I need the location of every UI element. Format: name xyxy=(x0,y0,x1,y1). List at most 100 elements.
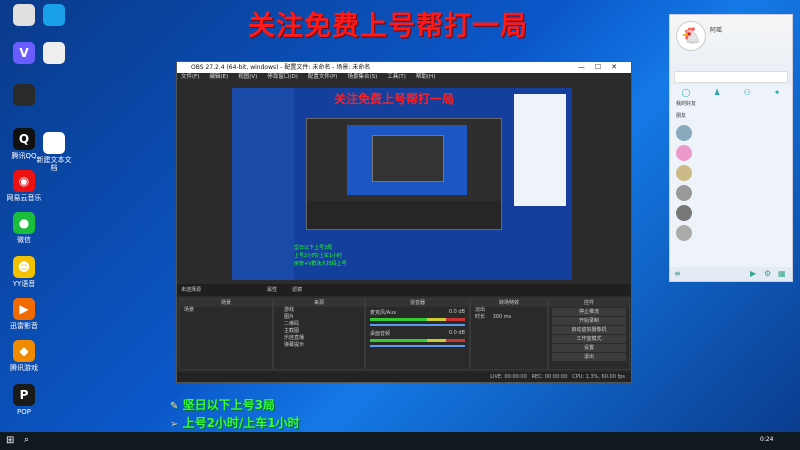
filters-button[interactable]: 滤镜 xyxy=(292,284,302,296)
desktop-icon[interactable]: ◉ 网易云音乐 xyxy=(4,170,44,202)
qq-contact[interactable] xyxy=(670,183,792,203)
obs-menu-item[interactable]: 视图(V) xyxy=(238,73,257,82)
qq-search-input[interactable] xyxy=(674,71,788,83)
desktop-icon[interactable]: ▶ 迅雷影音 xyxy=(4,298,44,330)
scenes-dock[interactable]: 场景 场景 xyxy=(179,298,273,370)
control-button[interactable]: 停止推流 xyxy=(552,308,626,316)
app-icon: ◉ xyxy=(13,170,35,192)
start-icon[interactable]: ⊞ xyxy=(6,435,14,446)
desktop-icon-label: 网易云音乐 xyxy=(6,194,42,202)
app-icon: ◆ xyxy=(13,340,35,362)
control-button[interactable]: 启动虚拟摄像机 xyxy=(552,326,626,334)
app-icon xyxy=(43,132,65,154)
obs-title-bar[interactable]: OBS 27.2.4 (64-bit, windows) - 配置文件: 未命名… xyxy=(177,62,631,73)
desktop-icon[interactable] xyxy=(4,84,44,108)
app-icon: ☻ xyxy=(13,256,35,278)
volume-slider[interactable] xyxy=(370,324,465,326)
obs-menu-bar[interactable]: 文件(F) 编辑(E) 视图(V) 停靠窗口(D) 配置文件(P) 场景集合(S) 工具(T… xyxy=(177,73,631,82)
control-button[interactable]: 设置 xyxy=(552,344,626,352)
control-button[interactable]: 退出 xyxy=(552,353,626,361)
app-icon xyxy=(43,42,65,64)
qq-group-header[interactable]: 朋友 xyxy=(670,111,792,123)
obs-menu-item[interactable]: 工具(T) xyxy=(387,73,406,82)
obs-menu-item[interactable]: 配置文件(P) xyxy=(308,73,338,82)
settings-icon[interactable]: ⚙ xyxy=(764,269,771,278)
window-controls[interactable]: —☐✕ xyxy=(578,62,627,73)
space-icon[interactable]: ✦ xyxy=(774,88,781,97)
qq-group-label: 朋友 xyxy=(676,113,687,119)
source-item[interactable]: 乐娃直播 xyxy=(274,335,364,342)
message-icon[interactable]: ◯ xyxy=(682,88,691,97)
desktop-icon[interactable] xyxy=(34,42,74,66)
qq-contact[interactable] xyxy=(670,123,792,143)
control-button[interactable]: 工作室模式 xyxy=(552,335,626,343)
overlay-line-1: ✎ 坚日以下上号3局 xyxy=(170,396,275,413)
mixer-dock[interactable]: 混音器 麦克风/Aux 0.0 dB 桌面音频 0.0 dB xyxy=(365,298,470,370)
source-item[interactable]: 弹幕提示 xyxy=(274,342,364,349)
obs-window[interactable]: OBS 27.2.4 (64-bit, windows) - 配置文件: 未命名… xyxy=(176,61,632,383)
desktop-icon[interactable] xyxy=(34,4,74,28)
app-icon: P xyxy=(13,384,35,406)
contacts-icon[interactable]: ♟ xyxy=(713,88,720,97)
taskbar: ⊞ ⌕ 0:24 xyxy=(0,432,800,450)
source-item[interactable]: 图片 xyxy=(274,314,364,321)
obs-menu-item[interactable]: 文件(F) xyxy=(181,73,199,82)
obs-preview[interactable]: 关注免费上号帮打一局 坚日以下上号3局 上号2小时/上车1小时 房管+V群永久扫… xyxy=(232,88,572,280)
duration-input[interactable]: 300 ms xyxy=(493,314,512,320)
obs-menu-item[interactable]: 停靠窗口(D) xyxy=(267,73,298,82)
desktop-icon[interactable]: ◆ 腾讯游戏 xyxy=(4,340,44,372)
source-item[interactable]: 二维码 xyxy=(274,321,364,328)
obs-menu-item[interactable]: 场景集合(S) xyxy=(347,73,377,82)
menu-icon[interactable]: ≡ xyxy=(674,269,681,278)
scene-item[interactable]: 场景 xyxy=(180,307,272,314)
desktop-icon[interactable]: 新建文本文档 xyxy=(34,132,74,172)
preview-overlay-line3: 房管+V群永久扫码上号 xyxy=(294,261,347,267)
desktop-icon[interactable]: ● 微信 xyxy=(4,212,44,244)
obs-status-bar: LIVE: 00:00:00 REC: 00:00:00 CPU: 1.3%, … xyxy=(177,372,631,382)
contact-avatar xyxy=(676,185,692,201)
desktop-icon[interactable]: ☻ YY语音 xyxy=(4,256,44,288)
qq-avatar[interactable]: 🐔 xyxy=(676,21,706,51)
control-button[interactable]: 开始录制 xyxy=(552,317,626,325)
qq-panel[interactable]: 🐔 阿瑶 ◯ ♟ ⚇ ✦ 我的好友 朋友 ≡ ▶ ⚙ ▦ xyxy=(669,14,793,282)
cpu-fps: CPU: 1.3%, 60.00 fps xyxy=(572,374,625,380)
preview-banner: 关注免费上号帮打一局 xyxy=(334,92,455,106)
qq-contact[interactable] xyxy=(670,163,792,183)
app-icon xyxy=(13,84,35,106)
obs-menu-item[interactable]: 编辑(E) xyxy=(209,73,228,82)
sources-dock[interactable]: 来源 游戏 图片 二维码 主截图 乐娃直播 弹幕提示 xyxy=(273,298,365,370)
preview-overlay-line1: 坚日以下上号3局 xyxy=(294,245,333,251)
desktop-icon-label: 迅雷影音 xyxy=(10,322,38,330)
live-label: LIVE: xyxy=(490,374,503,380)
qq-username: 阿瑶 xyxy=(710,27,723,34)
pencil-icon: ✎ xyxy=(170,401,179,412)
mixer-channel-name: 麦克风/Aux xyxy=(370,310,397,316)
mixer-channel[interactable]: 麦克风/Aux 0.0 dB xyxy=(366,307,469,328)
group-icon[interactable]: ⚇ xyxy=(744,88,751,97)
source-item[interactable]: 主截图 xyxy=(274,328,364,335)
qq-group-header[interactable]: 我的好友 xyxy=(670,99,792,111)
obs-menu-item[interactable]: 帮助(H) xyxy=(416,73,435,82)
qq-contact[interactable] xyxy=(670,143,792,163)
qq-contact[interactable] xyxy=(670,223,792,243)
contact-avatar xyxy=(676,165,692,181)
mixer-channel[interactable]: 桌面音频 0.0 dB xyxy=(366,328,469,349)
preview-desktop-icons xyxy=(232,88,294,280)
sources-dock-title: 来源 xyxy=(274,299,364,307)
transitions-dock[interactable]: 转场特效 淡出 时长 300 ms xyxy=(470,298,548,370)
desktop-icon[interactable]: P POP xyxy=(4,384,44,416)
qq-tabs[interactable]: ◯ ♟ ⚇ ✦ xyxy=(670,85,792,99)
search-icon[interactable]: ⌕ xyxy=(24,435,29,445)
contact-avatar xyxy=(676,145,692,161)
video-icon[interactable]: ▶ xyxy=(750,269,756,278)
qq-contact[interactable] xyxy=(670,203,792,223)
controls-dock[interactable]: 控件 停止推流 开始录制 启动虚拟摄像机 工作室模式 设置 退出 xyxy=(548,298,630,370)
transition-type[interactable]: 淡出 xyxy=(471,307,547,314)
source-item[interactable]: 游戏 xyxy=(274,307,364,314)
clock[interactable]: 0:24 xyxy=(760,436,773,443)
apps-icon[interactable]: ▦ xyxy=(778,269,786,278)
volume-slider[interactable] xyxy=(370,345,465,347)
top-banner: 关注免费上号帮打一局 xyxy=(248,11,528,42)
app-icon: ▶ xyxy=(13,298,35,320)
properties-button[interactable]: 属性 xyxy=(267,284,277,296)
